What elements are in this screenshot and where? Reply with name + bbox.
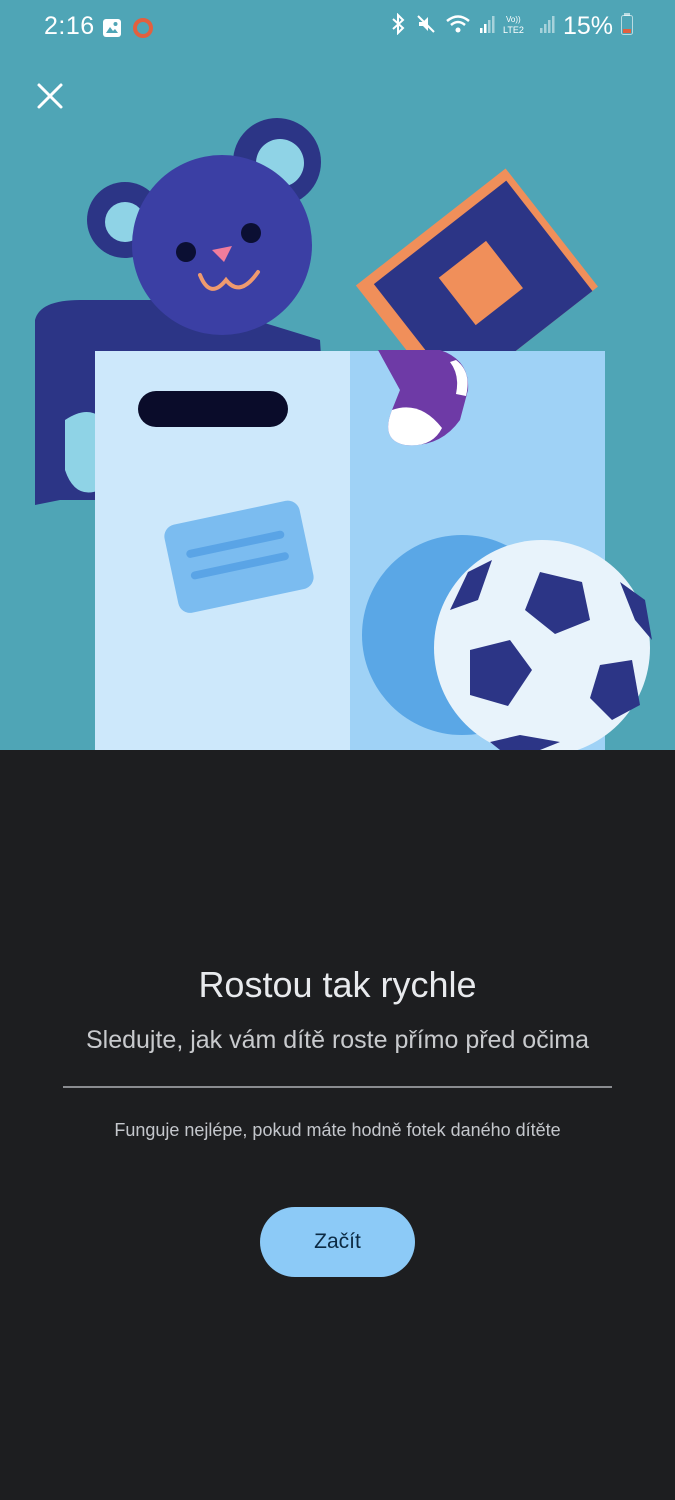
mute-icon bbox=[415, 13, 437, 40]
svg-text:LTE2: LTE2 bbox=[503, 25, 524, 35]
close-icon bbox=[36, 82, 64, 115]
gallery-icon bbox=[102, 18, 122, 43]
hero-illustration-area bbox=[0, 0, 675, 750]
page-title: Rostou tak rychle bbox=[198, 964, 477, 1005]
status-time: 2:16 bbox=[44, 12, 95, 40]
close-button[interactable] bbox=[30, 78, 70, 118]
status-left-icons bbox=[102, 17, 154, 44]
recording-icon bbox=[132, 17, 154, 44]
status-bar: 2:16 Vo)) LTE2 15% bbox=[0, 0, 675, 58]
signal-icon bbox=[539, 14, 555, 39]
divider bbox=[63, 1086, 612, 1088]
battery-icon bbox=[621, 13, 633, 40]
svg-text:Vo)): Vo)) bbox=[506, 15, 521, 24]
status-right-icons: Vo)) LTE2 15% bbox=[389, 12, 633, 41]
page-subtitle: Sledujte, jak vám dítě roste přímo před … bbox=[85, 1026, 589, 1054]
volte-lte2-icon: Vo)) LTE2 bbox=[503, 13, 531, 40]
bluetooth-icon bbox=[389, 12, 407, 40]
signal-icon bbox=[479, 14, 495, 39]
illustration bbox=[35, 118, 652, 750]
wifi-icon bbox=[445, 13, 471, 40]
info-note: Funguje nejlépe, pokud máte hodně fotek … bbox=[114, 1120, 561, 1140]
battery-percent: 15% bbox=[562, 12, 613, 40]
start-button[interactable]: Začít bbox=[260, 1207, 415, 1277]
content-panel: Rostou tak rychle Sledujte, jak vám dítě… bbox=[0, 750, 675, 1500]
